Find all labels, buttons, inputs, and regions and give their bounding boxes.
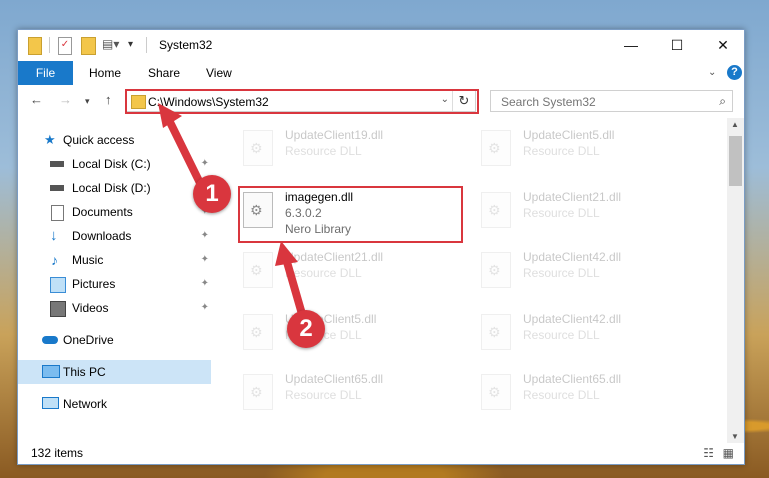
- callout-1: 1: [193, 175, 231, 213]
- arrow-2-head: [275, 241, 298, 266]
- annotation-arrows: [158, 103, 306, 318]
- callout-2: 2: [287, 310, 325, 348]
- arrow-1-shaft: [164, 114, 204, 187]
- arrow-2-shaft: [283, 258, 306, 318]
